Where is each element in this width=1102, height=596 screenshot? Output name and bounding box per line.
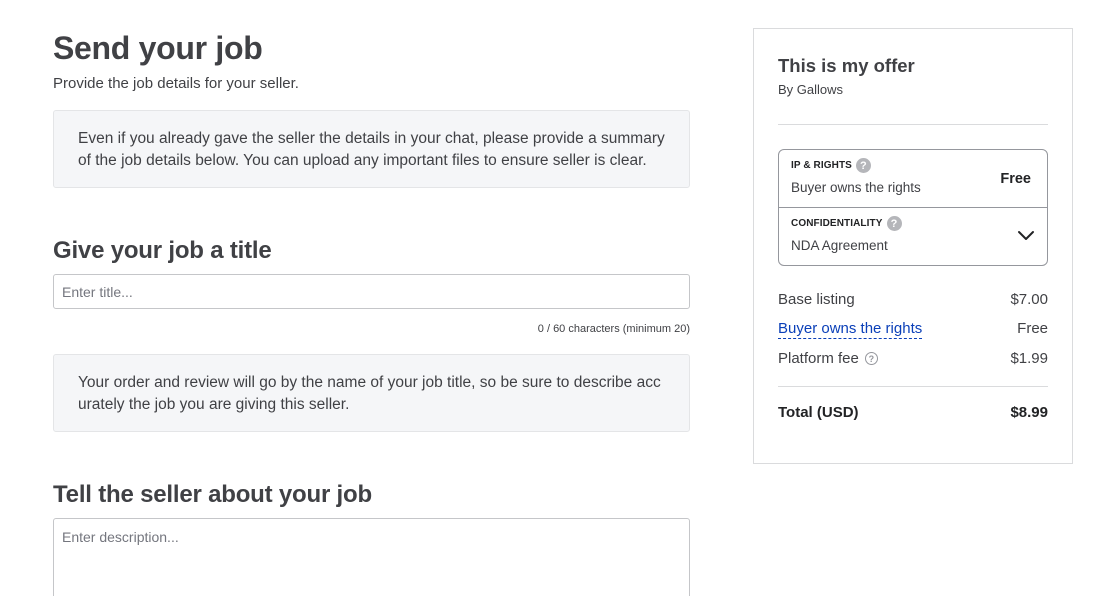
job-title-heading: Give your job a title bbox=[53, 237, 272, 264]
intro-note: Even if you already gave the seller the … bbox=[53, 110, 690, 188]
offer-summary-card: This is my offer By Gallows IP & RIGHTS … bbox=[753, 28, 1073, 464]
question-circle-icon[interactable]: ? bbox=[864, 352, 878, 365]
price-value: $7.00 bbox=[1010, 291, 1048, 308]
chevron-down-icon[interactable] bbox=[1017, 230, 1035, 242]
offer-title: This is my offer bbox=[778, 55, 915, 76]
question-circle-icon[interactable]: ? bbox=[886, 216, 902, 231]
price-value: Free bbox=[1017, 320, 1048, 337]
send-job-page: Send your job Provide the job details fo… bbox=[0, 0, 1102, 596]
title-note: Your order and review will go by the nam… bbox=[53, 354, 690, 432]
price-label: Base listing bbox=[778, 291, 855, 308]
confidentiality-select[interactable]: CONFIDENTIALITY ? NDA Agreement bbox=[779, 208, 1047, 265]
ip-rights-label: IP & RIGHTS bbox=[791, 160, 852, 171]
total-label: Total (USD) bbox=[778, 404, 859, 421]
divider bbox=[778, 386, 1048, 387]
page-subtitle: Provide the job details for your seller. bbox=[53, 75, 299, 92]
job-description-textarea[interactable] bbox=[53, 518, 690, 596]
divider bbox=[778, 124, 1048, 125]
confidentiality-value: NDA Agreement bbox=[791, 238, 888, 253]
job-description-heading: Tell the seller about your job bbox=[53, 481, 372, 508]
ip-rights-value: Buyer owns the rights bbox=[791, 180, 921, 195]
page-title: Send your job bbox=[53, 30, 263, 66]
confidentiality-label: CONFIDENTIALITY bbox=[791, 218, 883, 229]
offer-author: By Gallows bbox=[778, 82, 844, 97]
offer-options: IP & RIGHTS ? Buyer owns the rights Free… bbox=[778, 149, 1048, 266]
question-circle-icon[interactable]: ? bbox=[855, 158, 871, 173]
job-title-input[interactable] bbox=[53, 274, 690, 309]
price-label: Platform fee bbox=[778, 350, 859, 367]
price-value: $1.99 bbox=[1010, 350, 1048, 367]
buyer-owns-rights-link[interactable]: Buyer owns the rights bbox=[778, 320, 923, 339]
total-value: $8.99 bbox=[1010, 404, 1048, 421]
ip-rights-option: IP & RIGHTS ? Buyer owns the rights Free bbox=[779, 150, 1047, 208]
title-char-count: 0 / 60 characters (minimum 20) bbox=[537, 323, 690, 335]
ip-rights-price: Free bbox=[1000, 171, 1031, 187]
